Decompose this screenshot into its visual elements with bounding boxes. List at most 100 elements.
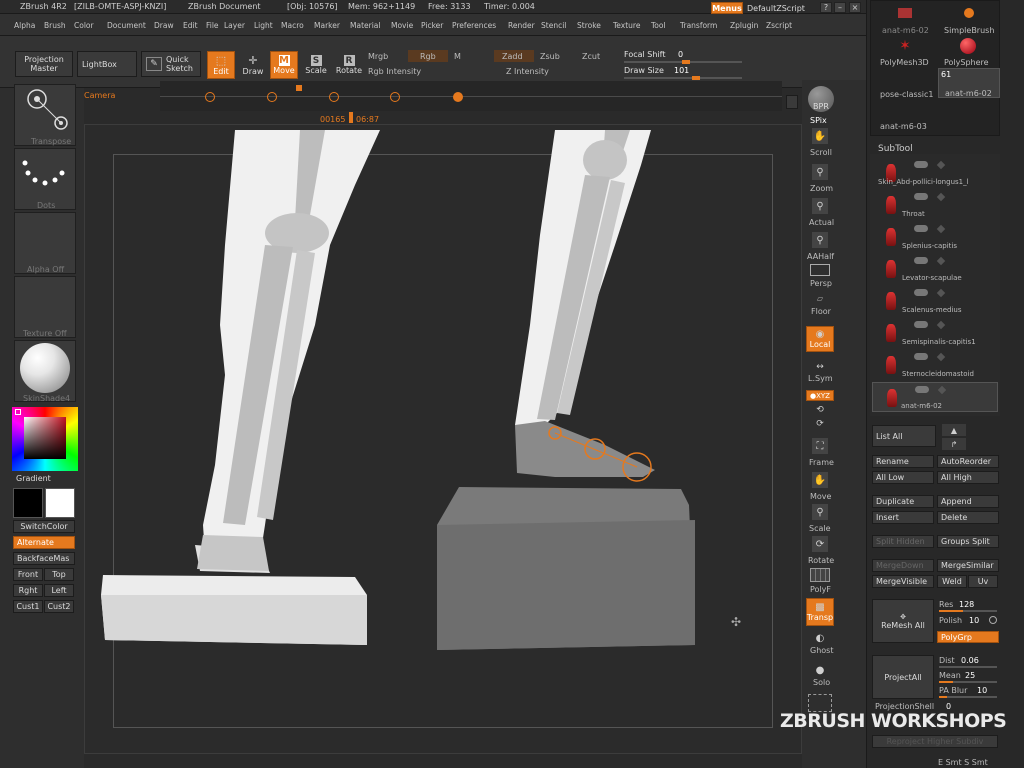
visibility-toggle-icon[interactable] — [914, 193, 928, 200]
menu-item-zplugin[interactable]: Zplugin — [730, 21, 758, 30]
visibility-toggle-icon[interactable] — [914, 225, 928, 232]
polyf-button[interactable]: PolyF — [806, 568, 834, 596]
smooth-row[interactable]: E Smt S Smt — [938, 758, 988, 767]
color-picker[interactable] — [12, 407, 78, 471]
menu-item-alpha[interactable]: Alpha — [14, 21, 35, 30]
dist-slider[interactable]: Dist 0.06 — [937, 655, 999, 668]
visibility-toggle-icon[interactable] — [914, 161, 928, 168]
autoreorder-button[interactable]: AutoReorder — [937, 455, 999, 468]
close-icon[interactable]: × — [849, 2, 861, 13]
switchcolor-button[interactable]: SwitchColor — [13, 520, 75, 533]
projection-master-button[interactable]: Projection Master — [15, 51, 73, 77]
delete-button[interactable]: Delete — [937, 511, 999, 524]
solo-button[interactable]: ● Solo — [806, 664, 834, 690]
timeline-end-button[interactable] — [786, 95, 798, 109]
quick-sketch-button[interactable]: ✎ Quick Sketch — [141, 51, 201, 77]
move-button[interactable]: M Move — [270, 51, 298, 79]
menu-item-color[interactable]: Color — [74, 21, 94, 30]
subtool-row[interactable]: Sternocleidomastoid — [872, 350, 998, 380]
keyframe-icon[interactable] — [329, 92, 339, 102]
subtool-row[interactable]: anat-m6-02 — [872, 382, 998, 412]
keyframe-icon[interactable] — [267, 92, 277, 102]
transp-button[interactable]: ▩ Transp — [806, 598, 834, 626]
front-view-button[interactable]: Front — [13, 568, 43, 581]
visibility-toggle-icon[interactable] — [914, 257, 928, 264]
cust1-button[interactable]: Cust1 — [13, 600, 43, 613]
arrow-turn-icon[interactable]: ↱ — [942, 438, 966, 450]
texture-thumb[interactable]: Texture Off — [14, 276, 76, 338]
weld-button[interactable]: Weld — [937, 575, 967, 588]
scroll-button[interactable]: ✋ Scroll — [806, 128, 834, 158]
groups-split-button[interactable]: Groups Split — [937, 535, 999, 548]
menu-item-macro[interactable]: Macro — [281, 21, 304, 30]
top-view-button[interactable]: Top — [44, 568, 74, 581]
draw-size-slider[interactable]: Draw Size 101 — [624, 65, 744, 80]
zsub-toggle[interactable]: Zsub — [540, 52, 560, 61]
pa-blur-slider[interactable]: PA Blur 10 — [937, 685, 999, 698]
rgb-intensity-slider[interactable]: Rgb Intensity — [368, 67, 421, 76]
menu-item-movie[interactable]: Movie — [391, 21, 413, 30]
reproject-higher-button[interactable]: Reproject Higher Subdiv — [872, 735, 998, 748]
stroke-thumb[interactable]: Dots — [14, 148, 76, 210]
edit-button[interactable]: ⬚ Edit — [207, 51, 235, 79]
menu-item-draw[interactable]: Draw — [154, 21, 174, 30]
subtool-row[interactable]: Scalenus-medius — [872, 286, 998, 316]
visibility-toggle-icon[interactable] — [914, 289, 928, 296]
tool-thumb-7[interactable]: anat-m6-03 — [874, 104, 936, 132]
alternate-button[interactable]: Alternate — [13, 536, 75, 549]
anatomy-model[interactable] — [85, 125, 803, 755]
menu-item-zscript[interactable]: Zscript — [766, 21, 792, 30]
subtool-row[interactable]: Levator-scapulae — [872, 254, 998, 284]
bpr-button[interactable]: BPR — [808, 86, 834, 112]
mrgb-toggle[interactable]: Mrgb — [368, 52, 388, 61]
alpha-thumb[interactable]: Alpha Off — [14, 212, 76, 274]
visibility-toggle-icon[interactable] — [915, 386, 929, 393]
subtool-row[interactable]: Throat — [872, 190, 998, 220]
transpose-thumb[interactable]: Transpose — [14, 84, 76, 146]
all-high-button[interactable]: All High — [937, 471, 999, 484]
menu-item-light[interactable]: Light — [254, 21, 273, 30]
menu-item-tool[interactable]: Tool — [651, 21, 666, 30]
split-hidden-button[interactable]: Split Hidden — [872, 535, 934, 548]
merge-visible-button[interactable]: MergeVisible — [872, 575, 934, 588]
draw-button[interactable]: ✛ Draw — [239, 51, 267, 79]
rgb-toggle[interactable]: Rgb — [408, 50, 448, 62]
backface-mask-button[interactable]: BackfaceMas — [13, 552, 75, 565]
insert-button[interactable]: Insert — [872, 511, 934, 524]
floor-button[interactable]: ▱ Floor — [806, 292, 834, 318]
uv-button[interactable]: Uv — [968, 575, 998, 588]
menu-item-brush[interactable]: Brush — [44, 21, 66, 30]
m-toggle[interactable]: M — [454, 52, 461, 61]
arrow-up-icon[interactable]: ▲ — [942, 424, 966, 436]
z-axis-rotate-icon[interactable]: ⟳ — [812, 418, 828, 430]
spix-label[interactable]: SPix — [810, 116, 827, 125]
subtool-row[interactable]: Splenius-capitis — [872, 222, 998, 252]
frame-button[interactable]: ⛶ Frame — [806, 438, 834, 468]
rotate-button[interactable]: R Rotate — [334, 51, 364, 79]
keyframe-active-icon[interactable] — [453, 92, 463, 102]
menu-item-marker[interactable]: Marker — [314, 21, 340, 30]
menu-item-layer[interactable]: Layer — [224, 21, 245, 30]
primary-color-swatch[interactable] — [45, 488, 75, 518]
menus-button[interactable]: Menus — [711, 2, 743, 14]
duplicate-button[interactable]: Duplicate — [872, 495, 934, 508]
aahalf-button[interactable]: ⚲ AAHalf — [806, 232, 834, 262]
focal-shift-slider[interactable]: Focal Shift 0 — [624, 49, 744, 64]
lightbox-button[interactable]: LightBox — [77, 51, 137, 77]
timeline-track[interactable] — [160, 81, 782, 111]
scale-button[interactable]: S Scale — [302, 51, 330, 79]
material-thumb[interactable]: SkinShade4 — [14, 340, 76, 403]
help-icon[interactable]: ? — [820, 2, 832, 13]
z-intensity-slider[interactable]: Z Intensity — [506, 67, 549, 76]
menu-item-render[interactable]: Render — [508, 21, 535, 30]
actual-button[interactable]: ⚲ Actual — [806, 198, 834, 228]
secondary-color-swatch[interactable] — [13, 488, 43, 518]
all-low-button[interactable]: All Low — [872, 471, 934, 484]
list-all-button[interactable]: List All — [872, 425, 936, 447]
res-slider[interactable]: Res 128 — [937, 599, 999, 612]
local-button[interactable]: ◉ Local — [806, 326, 834, 352]
menu-item-stroke[interactable]: Stroke — [577, 21, 601, 30]
mean-slider[interactable]: Mean 25 — [937, 670, 999, 683]
menu-item-transform[interactable]: Transform — [680, 21, 717, 30]
subtool-header[interactable]: SubTool — [878, 144, 913, 154]
